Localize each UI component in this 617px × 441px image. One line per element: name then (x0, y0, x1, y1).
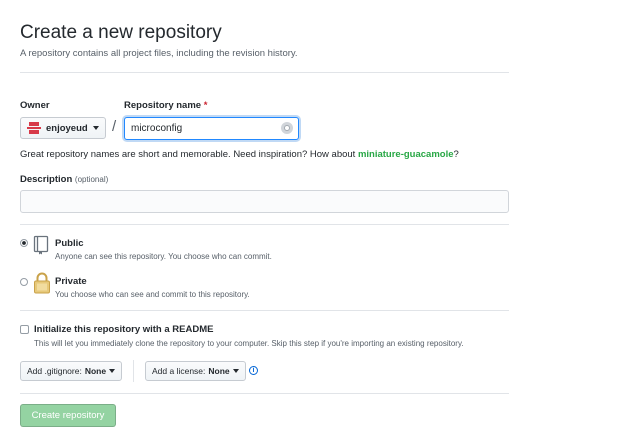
divider (20, 224, 509, 225)
gitignore-value: None (84, 366, 107, 376)
public-radio[interactable] (20, 239, 28, 247)
required-mark: * (203, 100, 208, 111)
repo-name-label-text: Repository name (124, 100, 202, 111)
owner-select[interactable]: enjoyeud (20, 117, 106, 139)
divider (20, 310, 509, 311)
chevron-down-icon (232, 369, 239, 373)
description-label: Description (optional) (20, 174, 108, 185)
gitignore-label: Add .gitignore: (27, 366, 82, 376)
private-radio[interactable] (20, 278, 28, 286)
readme-label[interactable]: Initialize this repository with a README (34, 324, 213, 335)
repo-book-icon (33, 235, 50, 260)
avatar-icon (27, 122, 41, 134)
chevron-down-icon (92, 126, 99, 130)
license-value: None (208, 366, 230, 376)
public-title: Public (55, 238, 84, 249)
availability-icon (281, 122, 293, 134)
owner-repo-separator: / (112, 118, 117, 135)
description-label-text: Description (20, 174, 73, 185)
description-input[interactable] (20, 190, 509, 213)
readme-checkbox[interactable] (20, 325, 29, 334)
repo-name-input[interactable] (124, 117, 299, 140)
optional-tag: (optional) (74, 175, 109, 184)
create-repository-button[interactable]: Create repository (20, 404, 116, 427)
divider (20, 72, 509, 73)
lock-icon (33, 271, 51, 300)
gitignore-select[interactable]: Add .gitignore: None (20, 361, 123, 381)
page-subtitle: A repository contains all project files,… (20, 48, 298, 59)
divider (133, 360, 134, 382)
chevron-down-icon (109, 369, 116, 373)
readme-desc: This will let you immediately clone the … (34, 339, 464, 348)
private-desc: You choose who can see and commit to thi… (55, 290, 250, 299)
owner-value: enjoyeud (46, 122, 88, 134)
owner-label: Owner (20, 100, 50, 111)
private-title: Private (55, 276, 87, 287)
info-icon[interactable]: i (249, 366, 258, 375)
page-title: Create a new repository (20, 22, 222, 43)
name-hint-end: ? (453, 149, 459, 160)
public-desc: Anyone can see this repository. You choo… (55, 252, 272, 261)
name-hint: Great repository names are short and mem… (20, 149, 459, 160)
divider (20, 393, 509, 394)
name-hint-text: Great repository names are short and mem… (20, 149, 356, 160)
license-select[interactable]: Add a license: None (145, 361, 246, 381)
license-label: Add a license: (152, 366, 206, 376)
name-suggestion-link[interactable]: miniature-guacamole (358, 149, 454, 160)
repo-name-label: Repository name * (124, 100, 207, 111)
